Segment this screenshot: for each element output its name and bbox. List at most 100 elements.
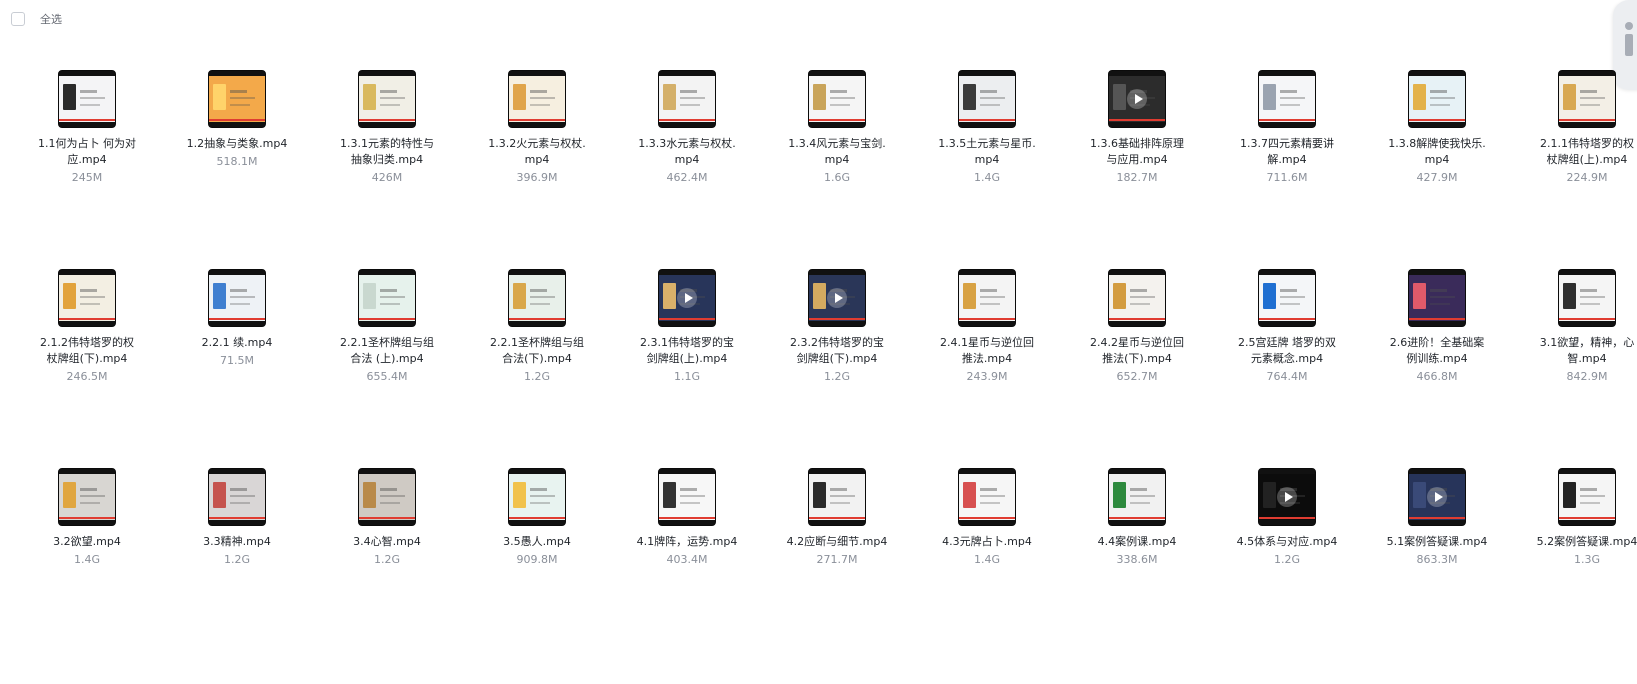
file-item[interactable]: 4.3元牌占卜.mp4 1.4G [912, 448, 1062, 647]
file-item[interactable]: 2.4.1星币与逆位回推法.mp4 243.9M [912, 249, 1062, 448]
file-name[interactable]: 2.3.1伟特塔罗的宝剑牌组(上).mp4 [635, 335, 739, 367]
video-thumbnail[interactable] [1558, 70, 1616, 128]
file-name[interactable]: 2.5宫廷牌 塔罗的双元素概念.mp4 [1235, 335, 1339, 367]
file-item[interactable]: 2.5宫廷牌 塔罗的双元素概念.mp4 764.4M [1212, 249, 1362, 448]
video-thumbnail[interactable] [1258, 70, 1316, 128]
file-name[interactable]: 2.4.1星币与逆位回推法.mp4 [935, 335, 1039, 367]
video-thumbnail[interactable] [1558, 468, 1616, 526]
video-thumbnail[interactable] [508, 269, 566, 327]
file-item[interactable]: 4.5体系与对应.mp4 1.2G [1212, 448, 1362, 647]
file-name[interactable]: 1.2抽象与类象.mp4 [185, 136, 289, 152]
file-item[interactable]: 1.2抽象与类象.mp4 518.1M [162, 50, 312, 249]
file-name[interactable]: 1.3.8解牌使我快乐.mp4 [1385, 136, 1489, 168]
video-thumbnail[interactable] [808, 70, 866, 128]
video-thumbnail[interactable] [958, 70, 1016, 128]
file-name[interactable]: 2.4.2星币与逆位回推法(下).mp4 [1085, 335, 1189, 367]
video-thumbnail[interactable] [808, 468, 866, 526]
file-name[interactable]: 3.4心智.mp4 [335, 534, 439, 550]
file-item[interactable]: 5.1案例答疑课.mp4 863.3M [1362, 448, 1512, 647]
file-item[interactable]: 1.3.3水元素与权杖.mp4 462.4M [612, 50, 762, 249]
file-item[interactable]: 1.3.6基础排阵原理与应用.mp4 182.7M [1062, 50, 1212, 249]
file-item[interactable]: 2.3.2伟特塔罗的宝剑牌组(下).mp4 1.2G [762, 249, 912, 448]
video-thumbnail[interactable] [1408, 269, 1466, 327]
video-thumbnail[interactable] [58, 70, 116, 128]
file-item[interactable]: 2.6进阶！全基础案例训练.mp4 466.8M [1362, 249, 1512, 448]
video-thumbnail[interactable] [1408, 70, 1466, 128]
video-thumbnail[interactable] [508, 70, 566, 128]
file-name[interactable]: 2.1.2伟特塔罗的权杖牌组(下).mp4 [35, 335, 139, 367]
file-name[interactable]: 1.1何为占卜 何为对应.mp4 [35, 136, 139, 168]
select-all-control[interactable]: 全选 [11, 11, 62, 27]
file-item[interactable]: 1.3.7四元素精要讲解.mp4 711.6M [1212, 50, 1362, 249]
file-item[interactable]: 5.2案例答疑课.mp4 1.3G [1512, 448, 1637, 647]
video-thumbnail[interactable] [808, 269, 866, 327]
file-name[interactable]: 5.1案例答疑课.mp4 [1385, 534, 1489, 550]
video-thumbnail[interactable] [1108, 70, 1166, 128]
file-item[interactable]: 1.3.1元素的特性与抽象归类.mp4 426M [312, 50, 462, 249]
file-name[interactable]: 1.3.4风元素与宝剑.mp4 [785, 136, 889, 168]
file-name[interactable]: 2.2.1圣杯牌组与组合法(下).mp4 [485, 335, 589, 367]
file-name[interactable]: 2.1.1伟特塔罗的权杖牌组(上).mp4 [1535, 136, 1637, 168]
video-thumbnail[interactable] [58, 468, 116, 526]
file-name[interactable]: 1.3.2火元素与权杖.mp4 [485, 136, 589, 168]
file-item[interactable]: 3.2欲望.mp4 1.4G [12, 448, 162, 647]
file-item[interactable]: 3.5愚人.mp4 909.8M [462, 448, 612, 647]
file-item[interactable]: 4.1牌阵，运势.mp4 403.4M [612, 448, 762, 647]
file-name[interactable]: 3.1欲望，精神，心智.mp4 [1535, 335, 1637, 367]
file-item[interactable]: 4.2应断与细节.mp4 271.7M [762, 448, 912, 647]
file-item[interactable]: 1.3.4风元素与宝剑.mp4 1.6G [762, 50, 912, 249]
file-name[interactable]: 2.3.2伟特塔罗的宝剑牌组(下).mp4 [785, 335, 889, 367]
file-name[interactable]: 4.5体系与对应.mp4 [1235, 534, 1339, 550]
file-name[interactable]: 2.6进阶！全基础案例训练.mp4 [1385, 335, 1489, 367]
video-thumbnail[interactable] [1408, 468, 1466, 526]
video-thumbnail[interactable] [208, 269, 266, 327]
video-thumbnail[interactable] [1258, 269, 1316, 327]
file-name[interactable]: 3.5愚人.mp4 [485, 534, 589, 550]
video-thumbnail[interactable] [358, 468, 416, 526]
file-name[interactable]: 3.2欲望.mp4 [35, 534, 139, 550]
file-item[interactable]: 1.3.2火元素与权杖.mp4 396.9M [462, 50, 612, 249]
file-item[interactable]: 2.1.1伟特塔罗的权杖牌组(上).mp4 224.9M [1512, 50, 1637, 249]
file-item[interactable]: 2.2.1圣杯牌组与组合法(下).mp4 1.2G [462, 249, 612, 448]
video-thumbnail[interactable] [658, 269, 716, 327]
select-all-checkbox[interactable] [11, 12, 25, 26]
video-thumbnail[interactable] [658, 70, 716, 128]
file-name[interactable]: 4.2应断与细节.mp4 [785, 534, 889, 550]
file-name[interactable]: 1.3.3水元素与权杖.mp4 [635, 136, 739, 168]
video-thumbnail[interactable] [358, 269, 416, 327]
video-thumbnail[interactable] [208, 70, 266, 128]
file-item[interactable]: 2.3.1伟特塔罗的宝剑牌组(上).mp4 1.1G [612, 249, 762, 448]
file-item[interactable]: 2.1.2伟特塔罗的权杖牌组(下).mp4 246.5M [12, 249, 162, 448]
file-item[interactable]: 2.4.2星币与逆位回推法(下).mp4 652.7M [1062, 249, 1212, 448]
file-name[interactable]: 2.2.1圣杯牌组与组合法 (上).mp4 [335, 335, 439, 367]
file-item[interactable]: 2.2.1 续.mp4 71.5M [162, 249, 312, 448]
video-thumbnail[interactable] [58, 269, 116, 327]
file-name[interactable]: 5.2案例答疑课.mp4 [1535, 534, 1637, 550]
file-name[interactable]: 4.1牌阵，运势.mp4 [635, 534, 739, 550]
file-item[interactable]: 2.2.1圣杯牌组与组合法 (上).mp4 655.4M [312, 249, 462, 448]
video-thumbnail[interactable] [658, 468, 716, 526]
video-thumbnail[interactable] [1558, 269, 1616, 327]
file-name[interactable]: 3.3精神.mp4 [185, 534, 289, 550]
file-name[interactable]: 1.3.7四元素精要讲解.mp4 [1235, 136, 1339, 168]
file-name[interactable]: 4.3元牌占卜.mp4 [935, 534, 1039, 550]
video-thumbnail[interactable] [208, 468, 266, 526]
video-thumbnail[interactable] [958, 269, 1016, 327]
video-thumbnail[interactable] [958, 468, 1016, 526]
file-item[interactable]: 1.1何为占卜 何为对应.mp4 245M [12, 50, 162, 249]
video-thumbnail[interactable] [1258, 468, 1316, 526]
file-item[interactable]: 1.3.8解牌使我快乐.mp4 427.9M [1362, 50, 1512, 249]
video-thumbnail[interactable] [508, 468, 566, 526]
file-name[interactable]: 1.3.1元素的特性与抽象归类.mp4 [335, 136, 439, 168]
file-name[interactable]: 1.3.5土元素与星币.mp4 [935, 136, 1039, 168]
file-item[interactable]: 4.4案例课.mp4 338.6M [1062, 448, 1212, 647]
file-item[interactable]: 1.3.5土元素与星币.mp4 1.4G [912, 50, 1062, 249]
video-thumbnail[interactable] [1108, 269, 1166, 327]
video-thumbnail[interactable] [1108, 468, 1166, 526]
file-item[interactable]: 3.1欲望，精神，心智.mp4 842.9M [1512, 249, 1637, 448]
file-name[interactable]: 4.4案例课.mp4 [1085, 534, 1189, 550]
file-name[interactable]: 2.2.1 续.mp4 [185, 335, 289, 351]
file-item[interactable]: 3.4心智.mp4 1.2G [312, 448, 462, 647]
file-item[interactable]: 3.3精神.mp4 1.2G [162, 448, 312, 647]
file-name[interactable]: 1.3.6基础排阵原理与应用.mp4 [1085, 136, 1189, 168]
